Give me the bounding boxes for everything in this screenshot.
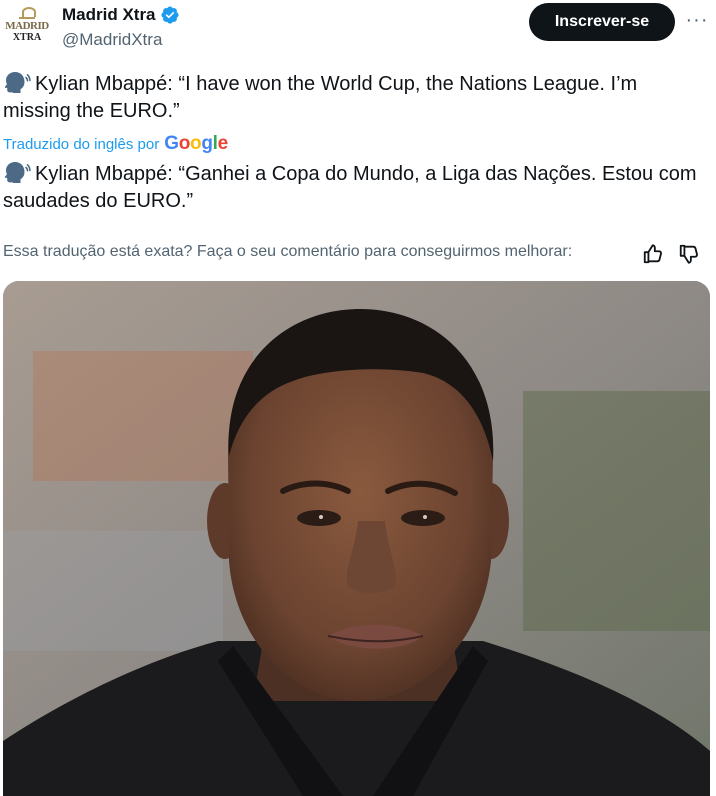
translated-by-row[interactable]: Traduzido do inglês por Google (3, 133, 228, 155)
crown-icon (19, 7, 36, 19)
translated-text-content: Kylian Mbappé: “Ganhei a Copa do Mundo, … (3, 163, 697, 212)
subscribe-button[interactable]: Inscrever-se (529, 3, 675, 41)
original-text-content: Kylian Mbappé: “I have won the World Cup… (3, 73, 638, 122)
more-options-icon[interactable]: ··· (684, 8, 710, 32)
avatar-text-line1: MADRID (5, 20, 49, 32)
speaking-head-icon (4, 72, 31, 93)
author-name[interactable]: Madrid Xtra (62, 5, 156, 25)
tweet-original-text: Kylian Mbappé: “I have won the World Cup… (3, 71, 708, 125)
portrait-photo (3, 281, 710, 796)
verified-badge-icon (160, 6, 179, 24)
translation-feedback-prompt: Essa tradução está exata? Faça o seu com… (3, 243, 573, 260)
author-handle[interactable]: @MadridXtra (62, 30, 162, 50)
translated-by-label[interactable]: Traduzido do inglês por (3, 136, 159, 153)
tweet-photo[interactable] (3, 281, 710, 796)
speaking-head-icon (4, 162, 31, 183)
google-logo: Google (164, 133, 228, 154)
tweet: MADRID XTRA Madrid Xtra @MadridXtra Insc… (0, 0, 716, 796)
avatar[interactable]: MADRID XTRA (4, 4, 50, 50)
thumbs-down-icon[interactable] (678, 243, 700, 265)
tweet-header: MADRID XTRA Madrid Xtra @MadridXtra Insc… (0, 0, 716, 60)
thumbs-up-icon[interactable] (642, 243, 664, 265)
author-name-row[interactable]: Madrid Xtra (62, 5, 180, 25)
avatar-text-line2: XTRA (12, 32, 42, 43)
tweet-translated-text: Kylian Mbappé: “Ganhei a Copa do Mundo, … (3, 161, 708, 215)
